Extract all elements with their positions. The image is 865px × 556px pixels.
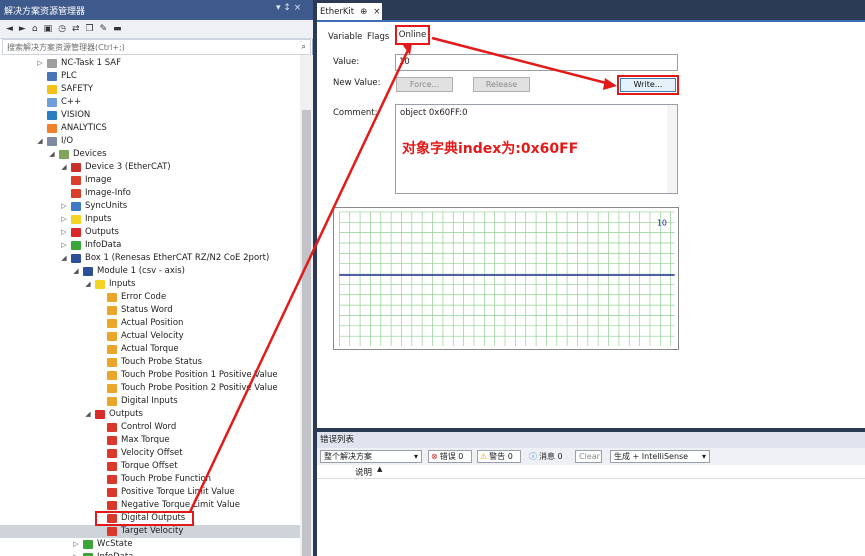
annotation-arrow-2 [431, 36, 611, 86]
annotation-overlay [95, 36, 617, 526]
arrow-head-2 [603, 78, 617, 90]
annotation-arrow-1 [188, 49, 410, 513]
target-velocity-highlight [95, 511, 194, 526]
